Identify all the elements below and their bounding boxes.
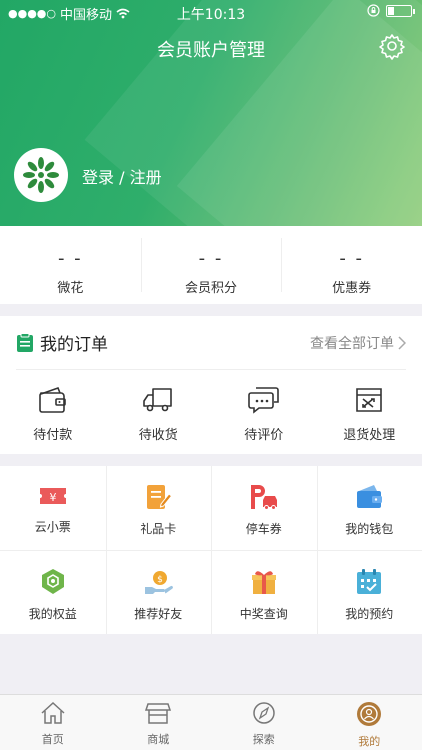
- brand-logo-icon: [23, 157, 59, 193]
- stat-value: - -: [198, 248, 224, 269]
- service-gift-card[interactable]: 礼品卡: [105, 466, 212, 550]
- service-label: 中奖查询: [239, 607, 288, 621]
- orders-title: 我的订单: [40, 335, 108, 355]
- stat-value: - -: [57, 248, 83, 269]
- gift-card-icon: [147, 485, 173, 509]
- service-recommend-friends[interactable]: $ 推荐好友: [105, 551, 212, 634]
- page-title: 会员账户管理: [157, 40, 265, 61]
- order-pending-review[interactable]: 待评价: [211, 386, 317, 443]
- prize-icon: [251, 571, 276, 594]
- orders-section: 我的订单 查看全部订单 待付款 待收货 待评价 退货处理: [0, 316, 422, 454]
- stat-label: 微花: [57, 281, 84, 296]
- order-label: 待付款: [33, 428, 73, 443]
- clipboard-icon: [17, 332, 33, 352]
- service-parking[interactable]: 停车券: [211, 466, 317, 550]
- profile-header: ●●●●○ 中国移动 上午10:13 会员账户管理 登录 / 注册: [0, 0, 422, 226]
- service-label: 我的钱包: [345, 522, 394, 536]
- stat-label: 会员积分: [185, 281, 238, 296]
- stat-value: - -: [339, 248, 365, 269]
- service-wallet[interactable]: 我的钱包: [316, 466, 422, 550]
- tab-label: 我的: [358, 735, 381, 748]
- battery-icon: [386, 4, 415, 17]
- wallet-icon: [38, 386, 66, 413]
- view-all-label: 查看全部订单: [310, 335, 394, 352]
- services-row: ¥ 云小票 礼品卡 停车券 我的钱包: [0, 466, 422, 550]
- wallet-blue-icon: [357, 485, 383, 508]
- tab-mine[interactable]: 我的: [317, 695, 422, 750]
- stat-points[interactable]: - - 会员积分: [140, 226, 282, 304]
- services-row: 我的权益 $ 推荐好友 中奖查询 我的预约: [0, 550, 422, 634]
- truck-icon: [143, 388, 173, 412]
- tab-label: 探索: [252, 733, 275, 746]
- orders-header: 我的订单 查看全部订单: [16, 316, 406, 370]
- recommend-icon: $: [145, 571, 174, 594]
- service-label: 我的预约: [345, 607, 394, 621]
- home-icon: [41, 701, 65, 724]
- tab-label: 商城: [147, 733, 170, 746]
- badge-icon: [41, 569, 64, 594]
- service-reservations[interactable]: 我的预约: [316, 551, 422, 634]
- order-pending-payment[interactable]: 待付款: [0, 386, 106, 443]
- service-label: 我的权益: [28, 607, 77, 621]
- bottom-tab-bar: 首页 商城 探索 我的: [0, 694, 422, 750]
- order-status-row: 待付款 待收货 待评价 退货处理: [0, 386, 422, 443]
- service-label: 云小票: [34, 520, 71, 534]
- return-box-icon: [356, 388, 383, 412]
- compass-icon: [253, 702, 275, 724]
- order-label: 退货处理: [343, 428, 396, 443]
- store-icon: [145, 703, 172, 724]
- rotation-lock-icon: [367, 4, 380, 17]
- tab-label: 首页: [41, 733, 64, 746]
- order-returns[interactable]: 退货处理: [317, 386, 422, 443]
- service-label: 推荐好友: [134, 607, 183, 621]
- status-bar: ●●●●○ 中国移动 上午10:13: [0, 0, 422, 24]
- order-pending-delivery[interactable]: 待收货: [106, 386, 212, 443]
- member-stats: - - 微花 - - 会员积分 - - 优惠券: [0, 226, 422, 304]
- stat-label: 优惠券: [332, 281, 372, 296]
- comment-icon: [247, 387, 279, 414]
- profile-icon: [357, 702, 382, 726]
- gear-icon[interactable]: [378, 32, 406, 60]
- svg-text:$: $: [157, 575, 163, 585]
- chevron-right-icon: [398, 335, 406, 350]
- services-grid: ¥ 云小票 礼品卡 停车券 我的钱包 我的权益 $ 推荐好友 中奖查询 我的预约: [0, 466, 422, 634]
- order-label: 待评价: [244, 428, 284, 443]
- tab-explore[interactable]: 探索: [211, 695, 317, 750]
- service-label: 礼品卡: [140, 522, 177, 536]
- order-label: 待收货: [138, 428, 178, 443]
- login-register-link[interactable]: 登录 / 注册: [82, 164, 162, 188]
- status-time: 上午10:13: [176, 7, 246, 23]
- stat-coupons[interactable]: - - 优惠券: [281, 226, 422, 304]
- service-benefits[interactable]: 我的权益: [0, 551, 106, 634]
- svg-text:¥: ¥: [49, 491, 56, 504]
- service-cloud-receipt[interactable]: ¥ 云小票: [0, 466, 106, 550]
- ticket-icon: ¥: [39, 488, 66, 504]
- stat-weihua[interactable]: - - 微花: [0, 226, 141, 304]
- service-prize-lookup[interactable]: 中奖查询: [211, 551, 317, 634]
- avatar[interactable]: [14, 148, 68, 202]
- calendar-icon: [357, 569, 382, 594]
- view-all-orders-link[interactable]: 查看全部订单: [310, 333, 406, 353]
- parking-icon: [250, 485, 277, 510]
- service-label: 停车券: [245, 522, 282, 536]
- tab-home[interactable]: 首页: [0, 695, 106, 750]
- tab-store[interactable]: 商城: [106, 695, 212, 750]
